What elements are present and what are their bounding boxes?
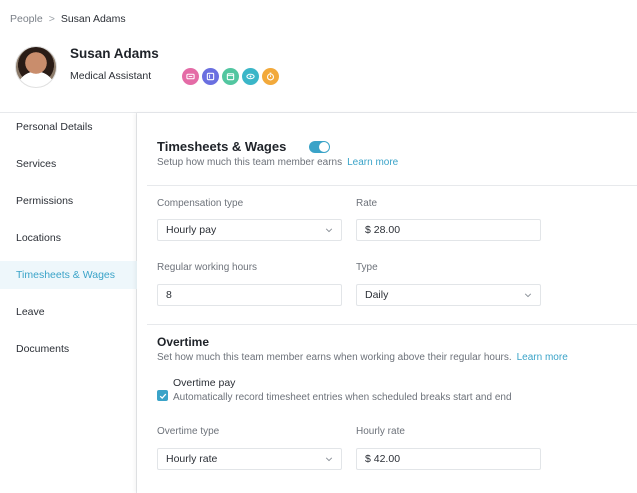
timesheets-subtitle: Setup how much this team member earns Lea… (157, 157, 398, 168)
type-value: Daily (365, 289, 389, 301)
person-role: Medical Assistant (70, 70, 152, 82)
overtime-type-label: Overtime type (157, 426, 220, 437)
sidebar-item-personal-details[interactable]: Personal Details (0, 113, 137, 141)
timesheets-subtitle-text: Setup how much this team member earns (157, 157, 343, 168)
toggle-knob (319, 142, 329, 152)
compensation-type-select[interactable]: Hourly pay (157, 219, 342, 241)
breadcrumb-separator: > (48, 13, 55, 25)
sidebar-item-leave[interactable]: Leave (0, 298, 137, 326)
type-select[interactable]: Daily (356, 284, 541, 306)
overtime-subtitle-text: Set how much this team member earns when… (157, 352, 512, 363)
ticket-icon[interactable] (182, 68, 199, 85)
regular-hours-label: Regular working hours (157, 262, 258, 273)
hourly-rate-label: Hourly rate (356, 426, 405, 437)
regular-hours-input[interactable]: 8 (157, 284, 342, 306)
compensation-type-label: Compensation type (157, 198, 244, 209)
timesheets-learn-more-link[interactable]: Learn more (347, 157, 398, 168)
check-icon (159, 393, 166, 399)
overtime-type-select[interactable]: Hourly rate (157, 448, 342, 470)
overtime-title: Overtime (157, 335, 210, 349)
overtime-type-value: Hourly rate (166, 453, 218, 465)
chevron-down-icon (325, 228, 333, 233)
avatar (15, 46, 57, 88)
overtime-subtitle: Set how much this team member earns when… (157, 352, 568, 363)
timesheets-toggle[interactable] (309, 141, 330, 153)
sidebar-item-timesheets-wages[interactable]: Timesheets & Wages (0, 261, 137, 289)
profile-header: People > Susan Adams Susan Adams Medical… (0, 0, 637, 113)
overtime-learn-more-link[interactable]: Learn more (517, 352, 568, 363)
sidebar-nav: Personal Details Services Permissions Lo… (0, 113, 137, 493)
regular-hours-value: 8 (166, 289, 172, 301)
section-divider (147, 185, 637, 186)
calendar-icon[interactable] (222, 68, 239, 85)
rate-value: $ 28.00 (365, 224, 401, 236)
section-divider (147, 324, 637, 325)
breadcrumb-people-link[interactable]: People (10, 13, 43, 25)
overtime-pay-checkbox[interactable] (157, 390, 168, 401)
tag-icon[interactable] (202, 68, 219, 85)
hourly-rate-input[interactable]: $ 42.00 (356, 448, 541, 470)
sidebar-item-permissions[interactable]: Permissions (0, 187, 137, 215)
overtime-pay-label: Overtime pay (173, 377, 236, 389)
chevron-down-icon (325, 457, 333, 462)
compensation-type-value: Hourly pay (166, 224, 217, 236)
timesheets-title: Timesheets & Wages (157, 139, 287, 154)
sidebar-item-locations[interactable]: Locations (0, 224, 137, 252)
rate-label: Rate (356, 198, 378, 209)
eye-icon[interactable] (242, 68, 259, 85)
hourly-rate-value: $ 42.00 (365, 453, 401, 465)
person-name: Susan Adams (70, 46, 159, 61)
breadcrumb: People > Susan Adams (10, 13, 126, 25)
chevron-down-icon (524, 293, 532, 298)
clock-icon[interactable] (262, 68, 279, 85)
sidebar-item-documents[interactable]: Documents (0, 335, 137, 363)
overtime-pay-description: Automatically record timesheet entries w… (173, 392, 512, 403)
type-label: Type (356, 262, 378, 273)
role-icons (182, 68, 279, 85)
sidebar-item-services[interactable]: Services (0, 150, 137, 178)
breadcrumb-current: Susan Adams (60, 13, 126, 25)
rate-input[interactable]: $ 28.00 (356, 219, 541, 241)
